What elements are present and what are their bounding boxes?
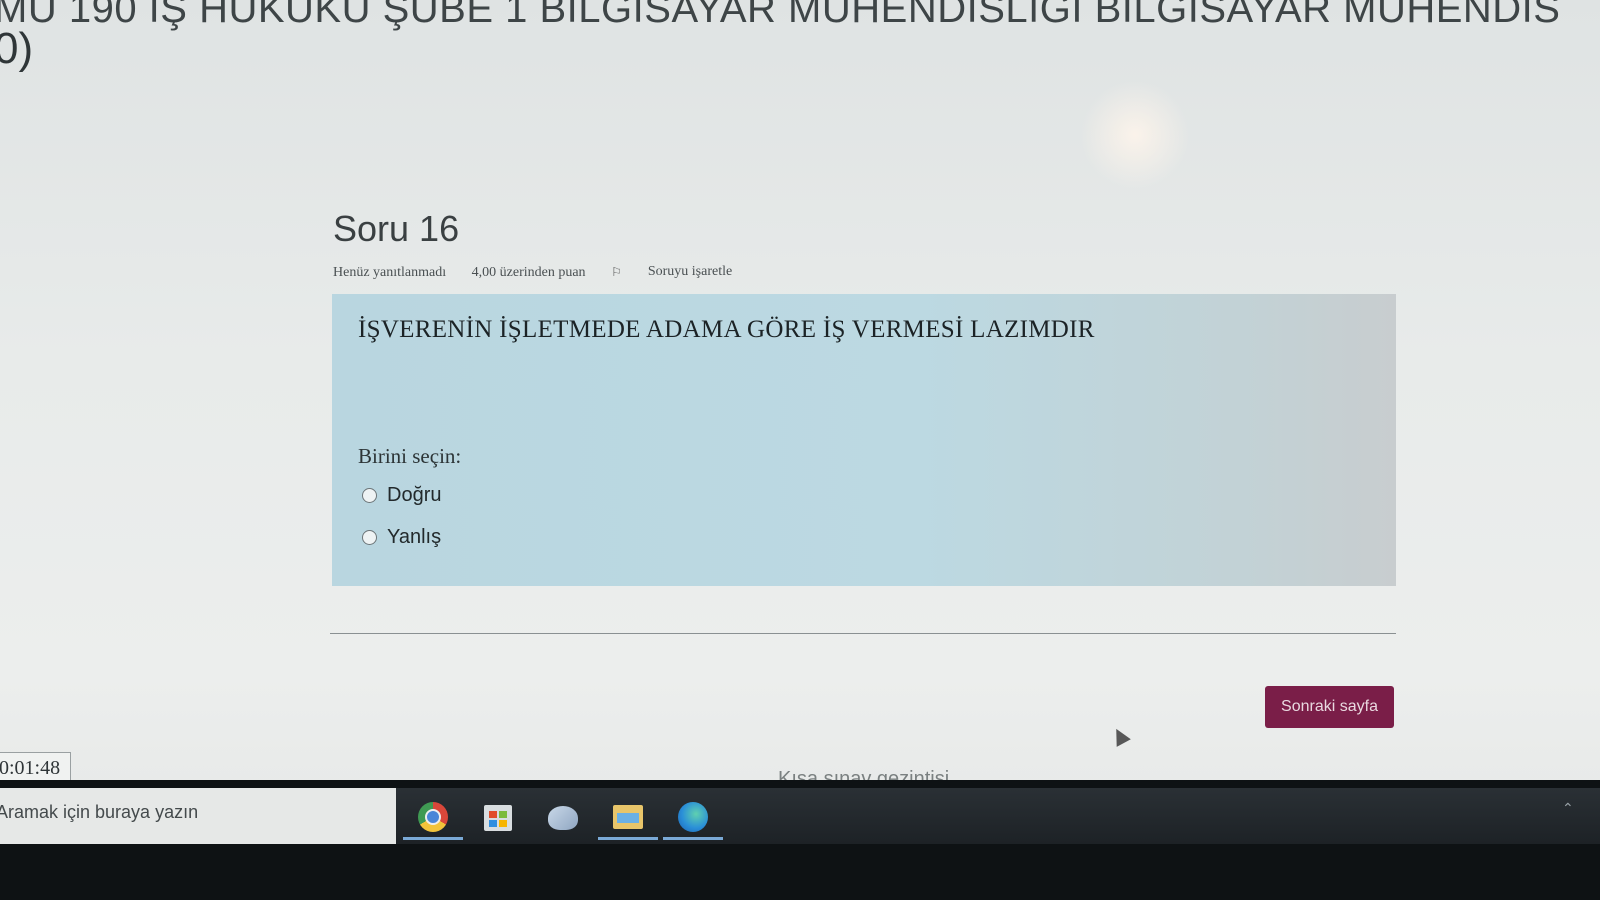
course-title-continuation: 0) xyxy=(0,24,34,73)
screen-glare xyxy=(1080,80,1190,190)
search-placeholder: Aramak için buraya yazın xyxy=(0,802,199,822)
file-explorer-icon xyxy=(613,804,643,829)
snipping-tool-icon xyxy=(548,806,578,830)
answer-option-yanlis[interactable]: Yanlış xyxy=(362,526,441,549)
mouse-cursor-icon xyxy=(1109,725,1131,747)
chrome-icon xyxy=(418,801,448,832)
answer-prompt: Birini seçin: xyxy=(358,444,462,468)
timer-value: 0:01:48 xyxy=(0,757,61,779)
question-text: İŞVERENİN İŞLETMEDE ADAMA GÖRE İŞ VERMES… xyxy=(358,316,1095,343)
question-points: 4,00 üzerinden puan xyxy=(471,264,586,280)
flag-icon: ⚐ xyxy=(611,264,622,279)
answer-option-dogru[interactable]: Doğru xyxy=(362,484,441,507)
store-taskbar-button[interactable] xyxy=(468,796,528,840)
radio-button-yanlis[interactable] xyxy=(362,530,377,545)
question-content-box: İŞVERENİN İŞLETMEDE ADAMA GÖRE İŞ VERMES… xyxy=(332,294,1396,586)
edge-icon xyxy=(678,801,708,832)
radio-button-dogru[interactable] xyxy=(362,488,377,503)
tray-chevron-up-icon[interactable]: ⌃ xyxy=(1562,800,1574,817)
edge-taskbar-button[interactable] xyxy=(663,796,723,840)
chrome-taskbar-button[interactable] xyxy=(403,796,463,840)
taskbar-search-box[interactable]: Aramak için buraya yazın xyxy=(0,788,396,844)
next-page-button[interactable]: Sonraki sayfa xyxy=(1265,686,1394,728)
question-info: Henüz yanıtlanmadı 4,00 üzerinden puan ⚐… xyxy=(333,264,776,281)
flag-question-label: Soruyu işaretle xyxy=(647,264,733,279)
question-number: Soru 16 xyxy=(333,208,460,249)
question-status: Henüz yanıtlanmadı xyxy=(333,264,447,280)
quiz-page: MÜ 190 İŞ HUKUKU ŞUBE 1 BİLGİSAYAR MÜHEN… xyxy=(0,0,1600,900)
section-divider xyxy=(330,633,1396,634)
course-title: MÜ 190 İŞ HUKUKU ŞUBE 1 BİLGİSAYAR MÜHEN… xyxy=(0,0,1561,31)
answer-option-label: Doğru xyxy=(387,484,442,506)
file-explorer-taskbar-button[interactable] xyxy=(598,796,658,840)
snipping-tool-taskbar-button[interactable] xyxy=(533,796,593,840)
flag-question-link[interactable]: ⚐ Soruyu işaretle xyxy=(611,264,754,280)
answer-option-label: Yanlış xyxy=(387,526,442,548)
store-icon xyxy=(484,805,512,831)
